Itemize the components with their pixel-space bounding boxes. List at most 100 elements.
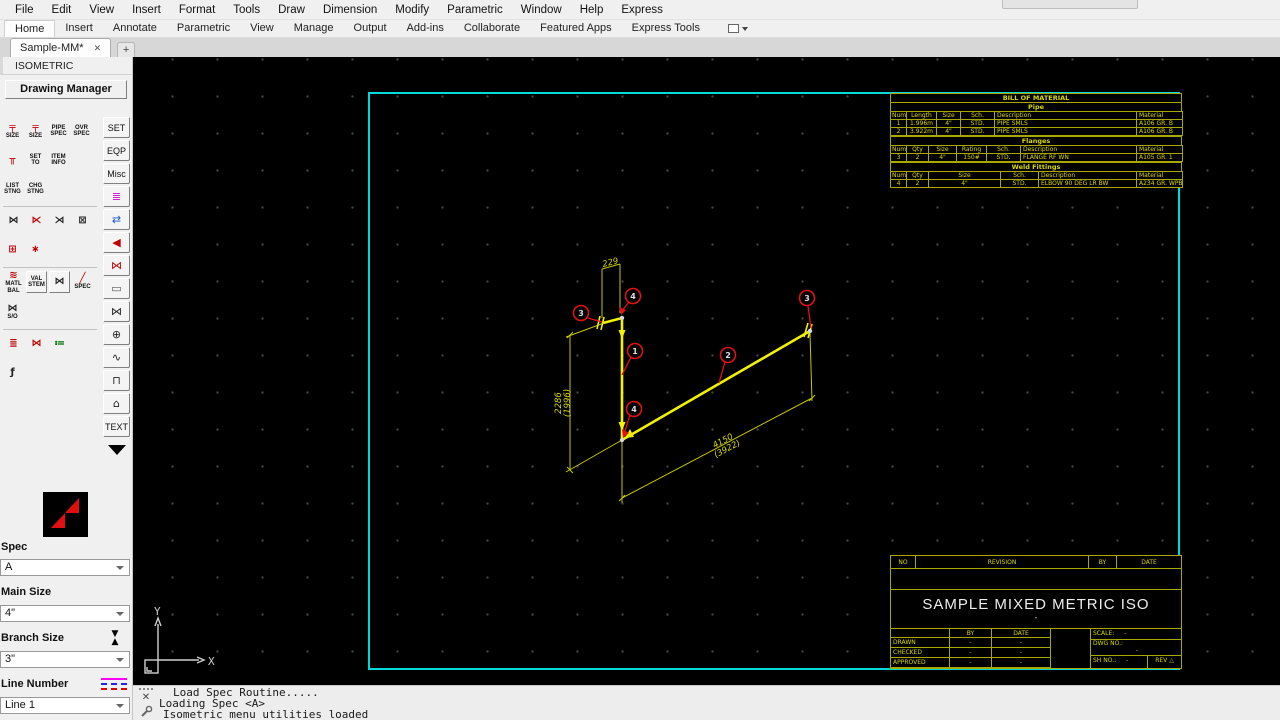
branch-size-select[interactable]: 3": [0, 651, 130, 668]
pipe-lines: [602, 316, 811, 443]
new-tab-button[interactable]: +: [117, 42, 136, 57]
ribbon-tab-manage[interactable]: Manage: [284, 20, 344, 37]
tool-bom-list[interactable]: ≔: [49, 333, 70, 355]
tool-row: ⊞ ∗: [0, 236, 100, 265]
svg-text:3: 3: [578, 309, 584, 318]
menu-file[interactable]: File: [6, 0, 43, 20]
tool-valve-flange[interactable]: ⋊: [49, 210, 70, 232]
tool-slope-symbol[interactable]: ƒ: [2, 362, 23, 384]
command-line-panel[interactable]: ✕ Load Spec Routine..... Loading Spec <A>…: [133, 685, 1280, 720]
tool-size-flag-icon: ∗: [31, 244, 40, 255]
menu-view[interactable]: View: [80, 0, 123, 20]
close-icon[interactable]: ✕: [142, 693, 150, 703]
tool-item-info[interactable]: ITEM INFO: [48, 149, 69, 171]
balloon-4-top[interactable]: 4: [619, 287, 642, 316]
side-set[interactable]: SET: [103, 117, 130, 138]
command-line-1: Load Spec Routine.....: [173, 686, 319, 699]
tool-matl-bal[interactable]: ≋ MATL BAL: [3, 271, 24, 294]
balloon-3-left[interactable]: 3: [572, 304, 603, 323]
menu-insert[interactable]: Insert: [123, 0, 170, 20]
side-pump[interactable]: ⌂: [103, 393, 130, 414]
line-styles-icon[interactable]: [101, 678, 127, 693]
menu-help[interactable]: Help: [571, 0, 613, 20]
line-number-label: Line Number: [1, 678, 69, 690]
tool-iso-lines[interactable]: ≣: [3, 333, 24, 355]
ribbon-tab-collaborate[interactable]: Collaborate: [454, 20, 530, 37]
tool-size-flag[interactable]: ∗: [25, 239, 46, 261]
tool-valve-cut[interactable]: ⋉: [26, 210, 47, 232]
side-pump-icon: ⌂: [113, 397, 120, 410]
main-size-value: 4": [5, 607, 16, 619]
size-sort-arrows[interactable]: ▼ ▲: [104, 630, 126, 647]
drawing-manager-button[interactable]: Drawing Manager: [5, 80, 127, 99]
menu-parametric[interactable]: Parametric: [438, 0, 512, 20]
tool-val-stem[interactable]: VAL STEM: [26, 271, 47, 293]
tool-tee-fit-icon: ╥: [9, 154, 16, 165]
ribbon-tab-parametric[interactable]: Parametric: [167, 20, 240, 37]
side-eqp[interactable]: EQP: [103, 140, 130, 161]
side-swage[interactable]: ∿: [103, 347, 130, 368]
ribbon-tab-view[interactable]: View: [240, 20, 284, 37]
ribbon-tab-home[interactable]: Home: [4, 20, 56, 37]
ribbon-tab-insert[interactable]: Insert: [55, 20, 103, 37]
main-size-label: Main Size: [1, 586, 52, 598]
tool-row: ╤ SIZE ╤ SIZE PIPE SPEC OVR SPEC: [0, 117, 100, 146]
menu-edit[interactable]: Edit: [43, 0, 81, 20]
ribbon-tab-express-tools[interactable]: Express Tools: [622, 20, 710, 37]
balloon-1[interactable]: 1: [621, 342, 644, 376]
iso-drawing[interactable]: 229 2286 (1996) 4150 (3922) 3 4 1 2 4 3 …: [133, 57, 1280, 685]
ribbon-tab-output[interactable]: Output: [344, 20, 397, 37]
tool-valve-insert[interactable]: ⋈: [3, 210, 24, 232]
ribbon-tab-add-ins[interactable]: Add-ins: [397, 20, 454, 37]
tool-pipe-spec[interactable]: PIPE SPEC: [48, 120, 69, 142]
menu-modify[interactable]: Modify: [386, 0, 438, 20]
tab-close-icon[interactable]: ✕: [94, 43, 102, 54]
drag-grip-icon[interactable]: [139, 688, 153, 690]
side-misc[interactable]: Misc: [103, 163, 130, 184]
menu-tools[interactable]: Tools: [224, 0, 269, 20]
ribbon-overflow-button[interactable]: [724, 20, 752, 37]
side-text[interactable]: TEXT: [103, 416, 130, 437]
balloon-3-right[interactable]: 3: [798, 289, 816, 329]
menu-express[interactable]: Express: [612, 0, 672, 20]
ribbon-tab-annotate[interactable]: Annotate: [103, 20, 167, 37]
main-size-select[interactable]: 4": [0, 605, 130, 622]
tool-spec-pen-label: SPEC: [74, 283, 91, 290]
menu-draw[interactable]: Draw: [269, 0, 314, 20]
side-move-arrows[interactable]: ⇄: [103, 209, 130, 230]
tool-set-to[interactable]: SET TO: [25, 149, 46, 171]
tool-tee-fit[interactable]: ╥: [2, 149, 23, 171]
tool-spec-pen[interactable]: ╱ SPEC: [72, 271, 93, 293]
menu-window[interactable]: Window: [512, 0, 571, 20]
tool-main-size[interactable]: ╤ SIZE: [2, 120, 23, 142]
tool-stub-out[interactable]: ⋈ S/O: [2, 301, 23, 323]
side-bowtie[interactable]: ⋈: [103, 301, 130, 322]
side-valve-b[interactable]: ⋈: [103, 255, 130, 276]
menu-format[interactable]: Format: [170, 0, 224, 20]
drawing-tab-sample-mm[interactable]: Sample-MM* ✕: [10, 38, 112, 57]
line-number-select[interactable]: Line 1: [0, 697, 130, 714]
side-support[interactable]: ⊓: [103, 370, 130, 391]
side-valve-a[interactable]: ◀: [103, 232, 130, 253]
tool-red-size[interactable]: ╤ SIZE: [25, 120, 46, 142]
tool-chg-stng[interactable]: CHG STNG: [25, 178, 46, 200]
side-line-styles[interactable]: ≣: [103, 186, 130, 207]
ucs-icon: Y X: [144, 605, 215, 674]
command-history[interactable]: Load Spec Routine..... Loading Spec <A> Is…: [159, 686, 1280, 720]
palette-overflow-arrow[interactable]: [107, 445, 126, 455]
tool-item-info-label: ITEM INFO: [51, 153, 66, 167]
ribbon-tab-featured-apps[interactable]: Featured Apps: [530, 20, 622, 37]
spec-select[interactable]: A: [0, 559, 130, 576]
tool-bowtie-x[interactable]: ⋈: [26, 333, 47, 355]
menu-dimension[interactable]: Dimension: [314, 0, 386, 20]
drawing-canvas[interactable]: BILL OF MATERIAL Pipe Num Length Size Sch. Des…: [133, 57, 1280, 685]
tool-ovr-spec[interactable]: OVR SPEC: [71, 120, 92, 142]
tool-weld-gap[interactable]: ⊞: [2, 239, 23, 261]
side-duct[interactable]: ▭: [103, 278, 130, 299]
tool-check-valve[interactable]: ⋈: [49, 271, 70, 293]
side-pump-circle[interactable]: ⊕: [103, 324, 130, 345]
tool-gasket[interactable]: ⊠: [72, 210, 93, 232]
tool-main-size-icon: ╤: [9, 121, 16, 133]
tool-list-stng[interactable]: LIST STNG: [2, 178, 23, 200]
tool-bom-list-icon: ≔: [54, 338, 65, 349]
